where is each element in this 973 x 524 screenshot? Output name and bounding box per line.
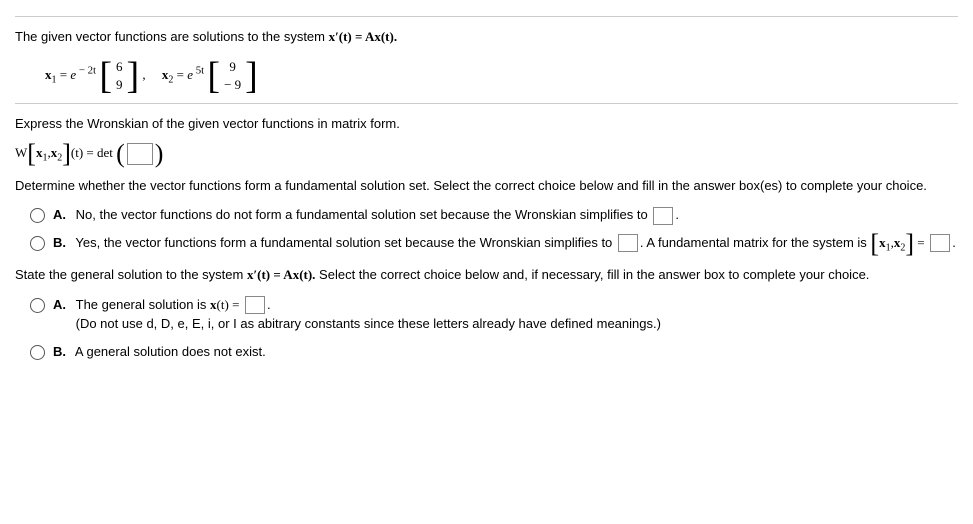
option-q2-b[interactable]: B. A general solution does not exist. [30,342,958,362]
wronskian-equation: W[x1,x2](t) = det () [15,143,958,166]
intro-equation: x′(t) = Ax(t). [329,29,397,44]
option-q2-a[interactable]: A. The general solution is x(t) = . (Do … [30,295,958,334]
bracket-close-icon: ] [245,57,258,95]
bracket-open-icon: [ [99,57,112,95]
general-solution-prompt: State the general solution to the system… [15,265,958,285]
fundamental-set-prompt: Determine whether the vector functions f… [15,176,958,196]
radio-icon[interactable] [30,208,45,223]
intro-text: The given vector functions are solutions… [15,29,329,44]
radio-icon[interactable] [30,298,45,313]
q2a-input[interactable] [245,296,265,314]
bracket-open-icon: [ [207,57,220,95]
wronskian-matrix-input[interactable] [127,143,153,165]
vector-definitions: x1 = e − 2t [ 6 9 ] , x2 = e 5t [ 9 − 9 … [45,57,958,95]
bracket-close-icon: ] [126,57,139,95]
q1b-input-2[interactable] [930,234,950,252]
option-q1-a[interactable]: A. No, the vector functions do not form … [30,205,958,225]
q1b-input-1[interactable] [618,234,638,252]
radio-icon[interactable] [30,345,45,360]
wronskian-prompt: Express the Wronskian of the given vecto… [15,114,958,134]
option-q1-b[interactable]: B. Yes, the vector functions form a fund… [30,233,958,256]
q1a-input[interactable] [653,207,673,225]
radio-icon[interactable] [30,236,45,251]
problem-intro: The given vector functions are solutions… [15,27,958,47]
